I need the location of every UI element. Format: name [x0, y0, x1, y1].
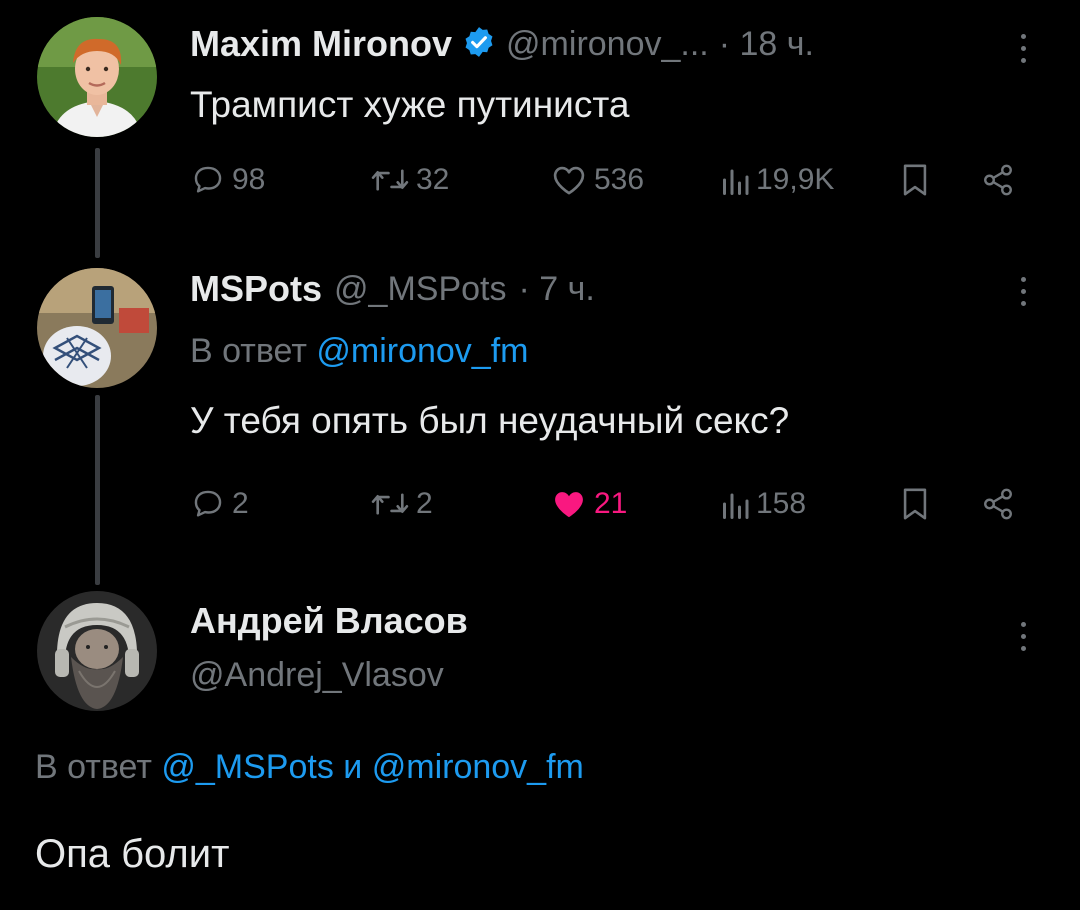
- share-icon: [984, 164, 1012, 196]
- author-handle[interactable]: @Andrej_Vlasov: [190, 656, 444, 695]
- bar-chart-icon: [723, 169, 749, 195]
- retweet-icon: [371, 493, 409, 515]
- reply-context: В ответ @_MSPots и @mironov_fm: [35, 748, 584, 787]
- bookmark-button[interactable]: [900, 487, 930, 521]
- mention-link[interactable]: @mironov_fm: [316, 332, 528, 370]
- heart-icon: [553, 166, 585, 195]
- verified-badge-icon: [462, 25, 496, 64]
- reply-conjunction: и: [343, 748, 363, 786]
- share-button[interactable]: [980, 163, 1016, 197]
- mention-link[interactable]: @mironov_fm: [372, 748, 584, 786]
- reply-count: 98: [232, 163, 266, 196]
- reply-prefix: В ответ: [35, 748, 152, 786]
- tweet-text: Трампист хуже путиниста: [190, 84, 630, 125]
- reply-context: В ответ @mironov_fm: [190, 332, 528, 371]
- bookmark-button[interactable]: [900, 163, 930, 197]
- views-button[interactable]: 158: [720, 487, 806, 521]
- retweet-icon: [371, 169, 409, 191]
- tweet-text: У тебя опять был неудачный секс?: [190, 400, 790, 441]
- author-handle[interactable]: @mironov_...: [506, 25, 709, 64]
- author-name[interactable]: MSPots: [190, 268, 322, 310]
- tweet-header: MSPots @_MSPots · 7 ч.: [190, 268, 595, 310]
- share-icon: [984, 488, 1012, 520]
- tweet-text: Опа болит: [35, 832, 230, 876]
- like-count: 536: [594, 163, 645, 196]
- more-options-icon[interactable]: [1020, 34, 1028, 70]
- reply-button[interactable]: 2: [190, 487, 249, 521]
- retweet-count: 32: [416, 163, 450, 196]
- bookmark-icon: [903, 164, 927, 196]
- tweet-time[interactable]: · 7 ч.: [518, 270, 594, 309]
- retweet-button[interactable]: 2: [370, 487, 433, 521]
- like-button[interactable]: 536: [550, 163, 644, 197]
- mention-link[interactable]: @_MSPots: [161, 748, 333, 786]
- author-name[interactable]: Андрей Власов: [190, 600, 468, 642]
- reply-prefix: В ответ: [190, 332, 307, 370]
- more-options-icon[interactable]: [1020, 622, 1028, 658]
- views-count: 158: [756, 487, 807, 520]
- bookmark-icon: [903, 488, 927, 520]
- views-button[interactable]: 19,9K: [720, 163, 834, 197]
- avatar-maxim-mironov[interactable]: [37, 17, 157, 137]
- thread-line: [95, 395, 100, 585]
- speech-bubble-icon: [194, 166, 222, 193]
- heart-icon: [555, 492, 583, 518]
- retweet-count: 2: [416, 487, 433, 520]
- speech-bubble-icon: [194, 490, 222, 517]
- reply-count: 2: [232, 487, 249, 520]
- like-count: 21: [594, 487, 628, 520]
- like-button[interactable]: 21: [550, 487, 627, 521]
- thread-line: [95, 148, 100, 258]
- author-handle[interactable]: @_MSPots: [334, 270, 506, 309]
- retweet-button[interactable]: 32: [370, 163, 449, 197]
- tweet-time[interactable]: · 18 ч.: [719, 25, 814, 64]
- more-options-icon[interactable]: [1020, 277, 1028, 313]
- share-button[interactable]: [980, 487, 1016, 521]
- avatar-andrej-vlasov[interactable]: [37, 591, 157, 711]
- reply-button[interactable]: 98: [190, 163, 265, 197]
- bar-chart-icon: [723, 493, 749, 519]
- author-name[interactable]: Maxim Mironov: [190, 23, 452, 65]
- avatar-photo: [37, 591, 157, 711]
- tweet-header: Maxim Mironov @mironov_... · 18 ч.: [190, 23, 814, 65]
- views-count: 19,9K: [756, 163, 835, 196]
- avatar-photo: [37, 17, 157, 137]
- avatar-photo: [37, 268, 157, 388]
- avatar-mspots[interactable]: [37, 268, 157, 388]
